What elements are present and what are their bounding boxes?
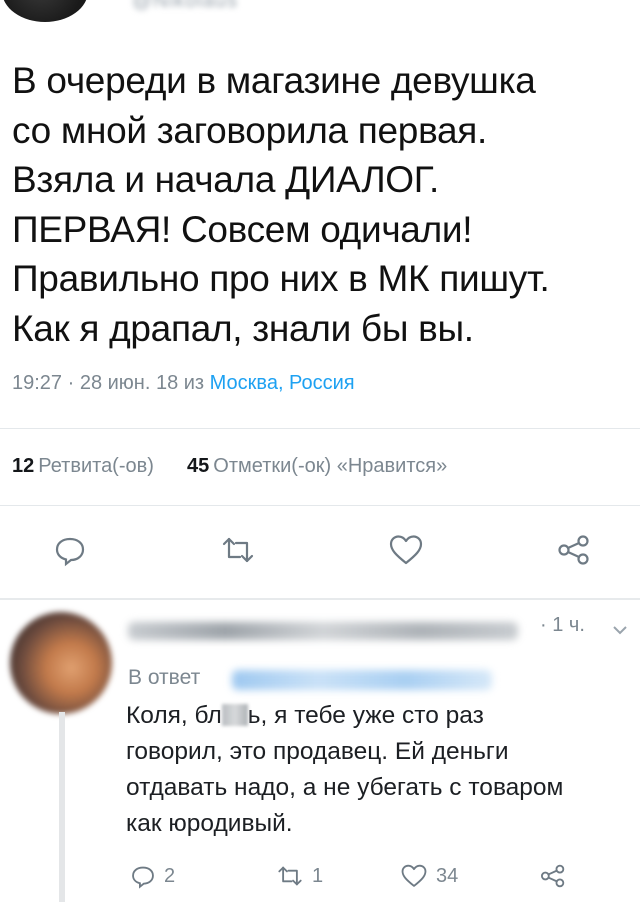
divider bbox=[0, 505, 640, 506]
retweets-stat[interactable]: 12 Ретвита(-ов) bbox=[12, 455, 154, 477]
likes-count: 45 bbox=[187, 455, 210, 477]
like-count: 34 bbox=[436, 864, 459, 887]
reply-author-name-blurred bbox=[128, 622, 518, 640]
retweets-count: 12 bbox=[12, 455, 35, 477]
divider bbox=[0, 428, 640, 429]
tweet-line: ПЕРВАЯ! Совсем одичали! bbox=[12, 208, 473, 250]
reply-menu-button[interactable] bbox=[612, 622, 628, 640]
likes-stat[interactable]: 45 Отметки(-ок) «Нравится» bbox=[187, 455, 447, 477]
author-avatar[interactable] bbox=[2, 0, 88, 22]
share-icon bbox=[540, 864, 565, 888]
tweet-meta: 19:27 · 28 июн. 18 из Москва, Россия bbox=[12, 372, 355, 395]
likes-label: Отметки(-ок) «Нравится» bbox=[213, 455, 448, 477]
retweet-button[interactable] bbox=[216, 528, 260, 572]
retweet-count: 1 bbox=[312, 864, 324, 887]
reply-line-part: ь, я тебе уже сто раз bbox=[247, 702, 484, 729]
reply-to-handle-blurred[interactable] bbox=[232, 670, 492, 690]
reply-tweet[interactable]: · 1 ч. В ответ Коля, бл ь, я тебе уже сто… bbox=[0, 600, 640, 907]
reply-actions: 2 1 34 bbox=[126, 858, 626, 894]
reply-line: говорил, это продавец. Ей деньги bbox=[126, 738, 509, 765]
reply-share-button[interactable] bbox=[540, 858, 566, 894]
reply-count: 2 bbox=[164, 864, 176, 887]
like-icon bbox=[401, 864, 427, 887]
tweet-line: Взяла и начала ДИАЛОГ. bbox=[12, 159, 439, 200]
reply-icon bbox=[132, 866, 154, 889]
share-icon bbox=[558, 535, 589, 565]
tweet-line: Правильно про них в МК пишут. bbox=[12, 258, 550, 299]
reply-button[interactable] bbox=[48, 528, 92, 572]
reply-line: отдавать надо, а не убегать с товаром bbox=[126, 774, 564, 801]
tweet-header: @Nikolaus bbox=[0, 0, 640, 40]
share-button[interactable] bbox=[552, 528, 596, 572]
reply-time: · 1 ч. bbox=[540, 614, 585, 636]
reply-retweet-button[interactable]: 1 bbox=[276, 858, 323, 894]
author-handle-blurred: @Nikolaus bbox=[132, 0, 239, 12]
reply-icon bbox=[55, 537, 85, 567]
tweet-actions bbox=[0, 528, 640, 572]
tweet-location-link[interactable]: Москва, Россия bbox=[210, 372, 355, 394]
reply-line: Коля, бл ь, я тебе уже сто раз bbox=[126, 698, 636, 734]
censor-blur bbox=[221, 704, 248, 726]
tweet-timestamp: 19:27 · 28 июн. 18 из bbox=[12, 372, 210, 394]
tweet-line: Как я драпал, знали бы вы. bbox=[12, 307, 474, 349]
tweet-line: со мной заговорила первая. bbox=[12, 109, 488, 151]
chevron-down-icon bbox=[613, 626, 627, 635]
reply-line-part: Коля, бл bbox=[126, 702, 222, 729]
thread-line bbox=[59, 712, 65, 902]
reply-to-label: В ответ bbox=[128, 666, 201, 689]
retweets-label: Ретвита(-ов) bbox=[38, 455, 154, 477]
like-icon bbox=[389, 535, 423, 565]
tweet-line: В очереди в магазине девушка bbox=[12, 60, 536, 101]
reply-text: Коля, бл ь, я тебе уже сто раз говорил, э… bbox=[126, 698, 636, 842]
reply-author-avatar[interactable] bbox=[10, 612, 112, 714]
retweet-icon bbox=[278, 866, 302, 886]
reply-reply-button[interactable]: 2 bbox=[130, 858, 175, 894]
tweet-text: В очереди в магазине девушка со мной заг… bbox=[12, 56, 632, 353]
retweet-icon bbox=[222, 537, 254, 563]
like-button[interactable] bbox=[384, 528, 428, 572]
reply-line: как юродивый. bbox=[126, 810, 293, 837]
reply-like-button[interactable]: 34 bbox=[400, 858, 458, 894]
tweet-stats: 12 Ретвита(-ов) 45 Отметки(-ок) «Нравится» bbox=[12, 455, 447, 478]
